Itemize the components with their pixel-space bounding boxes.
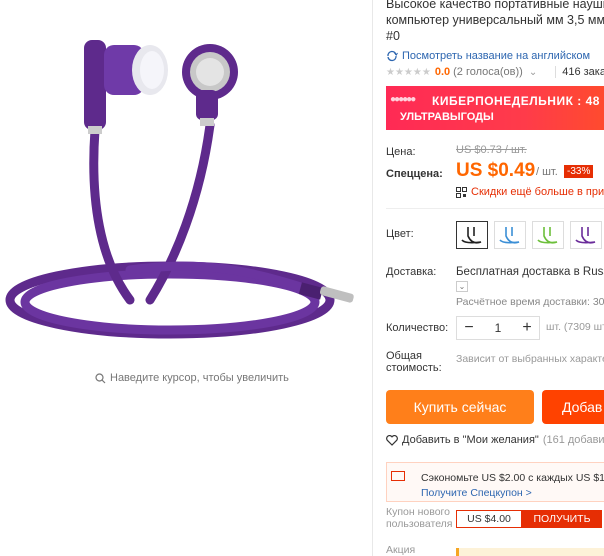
product-image[interactable] <box>0 0 370 370</box>
shipping-time: Расчётное время доставки: 30- <box>456 296 604 308</box>
rating-row: ★★★★★ 0.0 (2 голоса(ов)) ⌄ 416 заказ <box>386 66 604 78</box>
color-swatch-black[interactable] <box>456 221 488 249</box>
column-divider <box>372 0 373 556</box>
product-info-panel: Высокое качество портативные наушн компь… <box>386 0 604 556</box>
translate-icon <box>387 50 398 62</box>
quantity-label: Количество: <box>386 322 449 334</box>
color-swatch-green[interactable] <box>532 221 564 249</box>
total-label-line: стоимость: <box>386 362 442 374</box>
shipping-value: Бесплатная доставка в Russia <box>456 266 604 278</box>
quantity-stepper: − 1 + <box>456 316 540 340</box>
new-user-coupon-label: Купон нового пользователя <box>386 506 453 530</box>
get-coupon-link[interactable]: Получите Спецкупон > <box>421 487 532 499</box>
qr-code-icon <box>456 186 467 198</box>
price-unit: / шт. <box>536 166 558 178</box>
coupon-box: Сэкономьте US $2.00 с каждых US $15.0 По… <box>386 462 604 502</box>
price-label: Цена: <box>386 146 416 158</box>
app-discount-link[interactable]: Скидки ещё больше в прило <box>456 186 604 198</box>
promo-banner-subtitle: УЛЬТРАВЫГОДЫ <box>400 111 494 123</box>
wishlist-count: (161 добавили <box>542 434 604 446</box>
rating-stars-icon: ★★★★★ <box>386 66 431 78</box>
product-title-line: компьютер универсальный мм 3,5 мм <box>386 13 604 27</box>
product-title: Высокое качество портативные наушн компь… <box>386 0 604 44</box>
special-price-label: Спеццена: <box>386 168 443 180</box>
new-user-label-line: пользователя <box>386 518 453 530</box>
quantity-available: шт. (7309 шт <box>546 321 604 333</box>
shipping-dropdown-icon[interactable]: ⌄ <box>456 281 468 292</box>
total-label: Общая стоимость: <box>386 350 442 374</box>
coupon-save-text: Сэкономьте US $2.00 с каждых US $15.0 <box>421 472 604 484</box>
coupon-icon <box>391 471 405 481</box>
color-swatch-purple[interactable] <box>570 221 602 249</box>
color-label: Цвет: <box>386 228 414 240</box>
wishlist-label: Добавить в "Мои желания" <box>402 434 539 446</box>
heart-icon <box>386 434 398 446</box>
promo-banner[interactable]: ●●●●●● КИБЕРПОНЕДЕЛЬНИК : 48 УЛЬТРАВЫГОД… <box>386 86 604 130</box>
rating-value: 0.0 <box>434 66 451 78</box>
chevron-down-icon[interactable]: ⌄ <box>529 67 537 78</box>
product-title-line: Высокое качество портативные наушн <box>386 0 604 11</box>
purple-earphone-icon <box>575 227 596 244</box>
discount-badge: -33% <box>564 165 594 178</box>
new-user-label-line: Купон нового <box>386 506 450 518</box>
color-swatch-blue[interactable] <box>494 221 526 249</box>
view-english-label: Посмотреть название на английском <box>402 50 591 62</box>
shipping-label: Доставка: <box>386 266 437 278</box>
old-price: US $0.73 / шт. <box>456 144 527 156</box>
product-image-area[interactable]: Наведите курсор, чтобы увеличить <box>0 0 370 556</box>
wishlist-link[interactable]: Добавить в "Мои желания" (161 добавили <box>386 434 604 446</box>
divider <box>386 208 604 209</box>
promo-bar <box>456 548 604 556</box>
quantity-decrease-button[interactable]: − <box>457 317 481 339</box>
promo-dots-icon: ●●●●●● <box>390 94 416 105</box>
orders-count: 416 заказ <box>555 66 604 78</box>
add-to-cart-button[interactable]: Добав <box>542 390 604 424</box>
product-title-line: #0 <box>386 29 400 43</box>
blue-earphone-icon <box>499 227 520 244</box>
total-value-note: Зависит от выбранных характе <box>456 353 604 365</box>
buy-now-button[interactable]: Купить сейчас <box>386 390 534 424</box>
green-earphone-icon <box>537 227 558 244</box>
get-coupon-button[interactable]: ПОЛУЧИТЬ <box>522 510 602 528</box>
zoom-hint: Наведите курсор, чтобы увеличить <box>95 372 289 384</box>
total-label-line: Общая <box>386 350 422 362</box>
color-swatches <box>456 221 602 249</box>
new-user-coupon: US $4.00 ПОЛУЧИТЬ <box>456 510 602 528</box>
quantity-increase-button[interactable]: + <box>515 317 539 339</box>
current-price: US $0.49 <box>456 160 536 181</box>
quantity-input[interactable]: 1 <box>481 321 515 335</box>
new-user-coupon-amount: US $4.00 <box>456 510 522 528</box>
view-english-title-link[interactable]: Посмотреть название на английском <box>386 50 590 62</box>
votes-count[interactable]: (2 голоса(ов)) <box>453 66 523 78</box>
black-earphone-icon <box>461 227 482 244</box>
promo-label: Акция <box>386 544 416 556</box>
magnifier-icon <box>95 372 106 383</box>
zoom-hint-text: Наведите курсор, чтобы увеличить <box>110 372 289 384</box>
app-discount-text: Скидки ещё больше в прило <box>471 186 604 198</box>
promo-banner-title: КИБЕРПОНЕДЕЛЬНИК : 48 <box>432 94 600 108</box>
